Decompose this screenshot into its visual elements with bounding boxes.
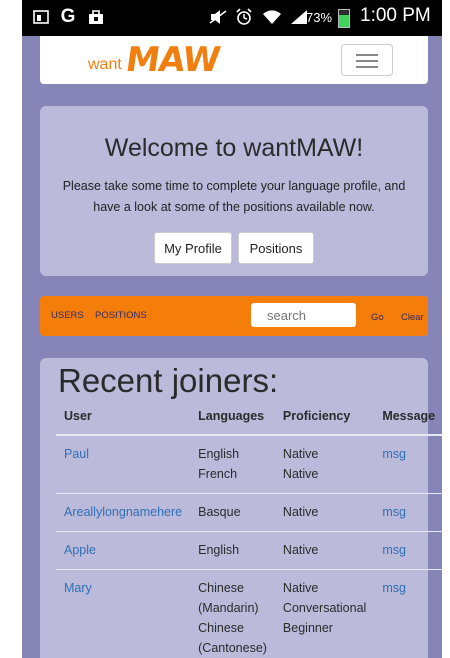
welcome-text: Please take some time to complete your l… bbox=[62, 179, 406, 214]
nav-users-link[interactable]: USERS bbox=[51, 310, 84, 321]
proficiency-item: Native bbox=[282, 581, 319, 595]
screen-mirror-icon bbox=[32, 7, 50, 27]
language-item: Basque bbox=[198, 505, 241, 519]
message-link[interactable]: msg bbox=[374, 569, 442, 658]
proficiency-item: Conversational bbox=[282, 601, 367, 615]
top-navbar: want MAW bbox=[40, 36, 428, 84]
table-row: Apple English Native msg bbox=[56, 531, 442, 570]
proficiency-item: Native bbox=[282, 447, 319, 461]
header-proficiency: Proficiency bbox=[274, 404, 375, 436]
language-item: Chinese (Cantonese) bbox=[198, 621, 267, 655]
battery-level-fill bbox=[339, 14, 349, 27]
table-row: Paul English French Native Native msg bbox=[56, 435, 442, 494]
proficiency-item: Native bbox=[282, 467, 319, 481]
languages-cell: English bbox=[190, 531, 275, 570]
language-item: Chinese (Mandarin) bbox=[198, 581, 259, 615]
battery-icon bbox=[338, 9, 350, 28]
clear-button[interactable]: Clear bbox=[401, 312, 424, 323]
message-link[interactable]: msg bbox=[374, 531, 442, 570]
user-link[interactable]: Apple bbox=[56, 531, 191, 570]
go-button[interactable]: Go bbox=[371, 312, 384, 323]
user-link[interactable]: Mary bbox=[56, 569, 191, 658]
proficiency-item: Beginner bbox=[282, 621, 333, 635]
languages-cell: Chinese (Mandarin) Chinese (Cantonese) bbox=[190, 569, 275, 658]
table-row: Mary Chinese (Mandarin) Chinese (Cantonese… bbox=[56, 569, 442, 658]
joiners-table: User Languages Proficiency Message Paul E… bbox=[56, 404, 442, 658]
recent-joiners-panel: Recent joiners: User Languages Proficien… bbox=[40, 358, 442, 658]
languages-cell: English French bbox=[190, 435, 275, 494]
mute-icon bbox=[207, 7, 229, 27]
proficiency-cell: Native Conversational Beginner bbox=[274, 569, 375, 658]
languages-cell: Basque bbox=[190, 493, 275, 532]
welcome-panel: Welcome to wantMAW! Please take some tim… bbox=[40, 106, 428, 276]
language-item: French bbox=[198, 467, 238, 481]
alarm-icon bbox=[234, 7, 254, 27]
user-link[interactable]: Paul bbox=[56, 435, 191, 494]
proficiency-cell: Native bbox=[274, 531, 375, 570]
orange-nav-bar: USERS POSITIONS Go Clear bbox=[40, 296, 428, 336]
proficiency-cell: Native Native bbox=[274, 435, 375, 494]
header-message: Message bbox=[374, 404, 442, 436]
status-bar: G 73% 1:00 PM bbox=[22, 0, 442, 36]
table-row: Areallylongnamehere Basque Native msg bbox=[56, 493, 442, 532]
search-input[interactable] bbox=[251, 303, 356, 327]
wifi-icon bbox=[262, 7, 282, 27]
logo-maw-text: MAW bbox=[122, 40, 222, 80]
clock: 1:00 PM bbox=[360, 5, 431, 26]
language-item: English bbox=[198, 543, 240, 557]
proficiency-item: Native bbox=[282, 505, 319, 519]
my-profile-button[interactable]: My Profile bbox=[154, 232, 232, 264]
recent-joiners-title: Recent joiners: bbox=[58, 362, 279, 399]
nav-positions-link[interactable]: POSITIONS bbox=[95, 310, 147, 321]
message-link[interactable]: msg bbox=[374, 493, 442, 532]
positions-button[interactable]: Positions bbox=[238, 232, 314, 264]
header-languages: Languages bbox=[190, 404, 275, 436]
hamburger-menu-button[interactable] bbox=[341, 44, 393, 76]
table-header-row: User Languages Proficiency Message bbox=[56, 404, 442, 436]
site-logo[interactable]: want MAW bbox=[88, 36, 222, 84]
proficiency-item: Native bbox=[282, 543, 319, 557]
welcome-title: Welcome to wantMAW! bbox=[104, 134, 364, 162]
logo-want-text: want bbox=[88, 56, 122, 73]
header-user: User bbox=[56, 404, 191, 436]
google-icon: G bbox=[60, 6, 76, 27]
joiners-table-body: Paul English French Native Native msg Areallyl… bbox=[56, 435, 442, 658]
phone-screen: G 73% 1:00 PM want MAW Welcome to wantMA… bbox=[22, 0, 442, 658]
language-item: English bbox=[198, 447, 240, 461]
battery-percent: 73% bbox=[306, 10, 333, 25]
proficiency-cell: Native bbox=[274, 493, 375, 532]
shopping-bag-icon bbox=[86, 7, 106, 27]
message-link[interactable]: msg bbox=[374, 435, 442, 494]
user-link[interactable]: Areallylongnamehere bbox=[56, 493, 191, 532]
